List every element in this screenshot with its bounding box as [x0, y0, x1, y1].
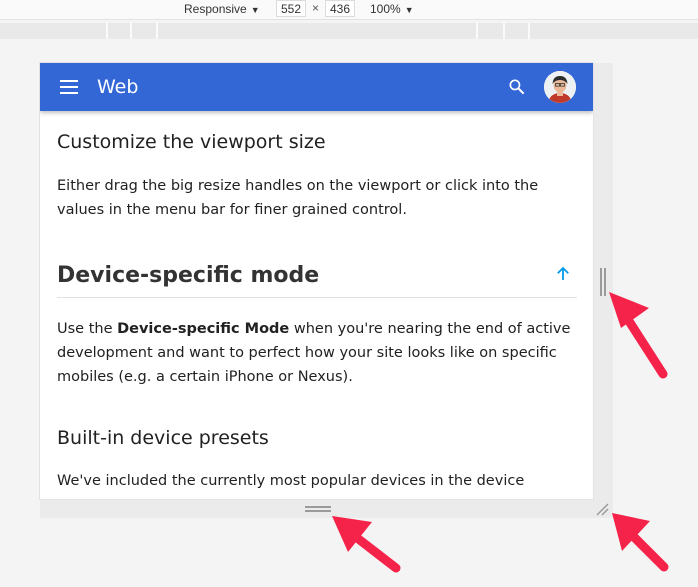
heading-divider — [57, 297, 577, 298]
presets-paragraph: We've included the currently most popula… — [57, 473, 525, 489]
device-label: Responsive — [184, 2, 247, 16]
dropdown-arrow-icon: ▼ — [404, 5, 414, 15]
dropdown-arrow-icon: ▼ — [250, 5, 260, 15]
media-query-ruler[interactable] — [0, 23, 698, 39]
device-mode-paragraph: Use the Device-specific Mode when you're… — [57, 321, 571, 385]
annotation-arrow-bottom-handle — [332, 516, 401, 573]
menu-icon[interactable] — [60, 80, 78, 94]
devtools-device-toolbar: Responsive ▼ 552 × 436 100% ▼ — [0, 0, 698, 20]
device-dropdown[interactable]: Responsive ▼ — [184, 2, 260, 16]
app-bar: Web — [40, 63, 593, 111]
customize-paragraph: Either drag the big resize handles on th… — [57, 178, 539, 218]
back-to-top-arrow-icon[interactable] — [554, 265, 572, 283]
bottom-resize-handle[interactable] — [305, 506, 331, 512]
annotation-arrow-right-handle — [609, 292, 668, 379]
emulated-viewport: Web Customize the viewport size Either d… — [40, 63, 593, 499]
section-heading-customize: Customize the viewport size — [57, 131, 326, 153]
user-avatar[interactable] — [544, 71, 576, 103]
height-input[interactable]: 436 — [325, 0, 355, 17]
avatar-picture — [544, 71, 576, 103]
dimension-separator: × — [312, 1, 320, 15]
device-mode-bold-term: Device-specific Mode — [117, 321, 290, 337]
section-heading-presets: Built-in device presets — [57, 427, 269, 449]
annotation-arrow-corner-handle — [612, 513, 669, 572]
section-heading-device-mode: Device-specific mode — [57, 263, 320, 288]
search-icon[interactable] — [507, 77, 527, 97]
zoom-label: 100% — [370, 2, 401, 16]
app-title: Web — [97, 76, 139, 98]
zoom-dropdown[interactable]: 100% ▼ — [370, 2, 414, 16]
corner-resize-handle[interactable] — [595, 502, 609, 516]
width-input[interactable]: 552 — [276, 0, 306, 17]
